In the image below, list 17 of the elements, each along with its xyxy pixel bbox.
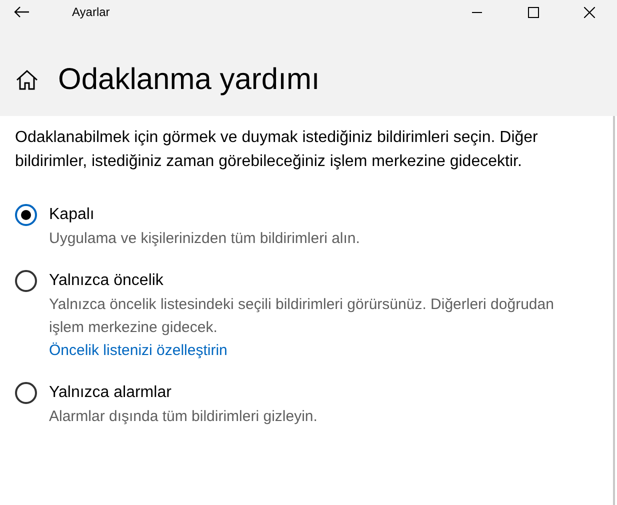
option-label: Yalnızca öncelik — [49, 271, 164, 291]
back-arrow-icon — [14, 6, 30, 18]
radio-button[interactable] — [15, 204, 37, 226]
radio-button[interactable] — [15, 382, 37, 404]
customize-link[interactable]: Öncelik listenizi özelleştirin — [49, 339, 228, 362]
close-icon — [584, 6, 594, 18]
page-description: Odaklanabilmek için görmek ve duymak istediğiniz bildirimleri seçin. Diğer bildirimler, istediğiniz zaman görebileceğiniz işlem merkezine gidecektir. — [15, 128, 539, 172]
maximize-icon — [528, 6, 538, 18]
home-icon — [16, 70, 38, 90]
option-description: Alarmlar dışında tüm bildirimleri gizleyin. — [49, 407, 318, 427]
option-description: Yalnızca öncelik listesindeki seçili bildirimleri görürsünüz. Diğerleri doğrudan işlem merkezine gidecek. — [49, 295, 555, 338]
option-label: Kapalı — [49, 205, 96, 225]
radio-button[interactable] — [15, 270, 37, 292]
option-description: Uygulama ve kişilerinizden tüm bildirimleri alın. — [49, 229, 361, 249]
window-title: Ayarlar — [72, 4, 110, 21]
option-label: Yalnızca alarmlar — [49, 383, 172, 403]
page-title: Odaklanma yardımı — [58, 62, 320, 98]
